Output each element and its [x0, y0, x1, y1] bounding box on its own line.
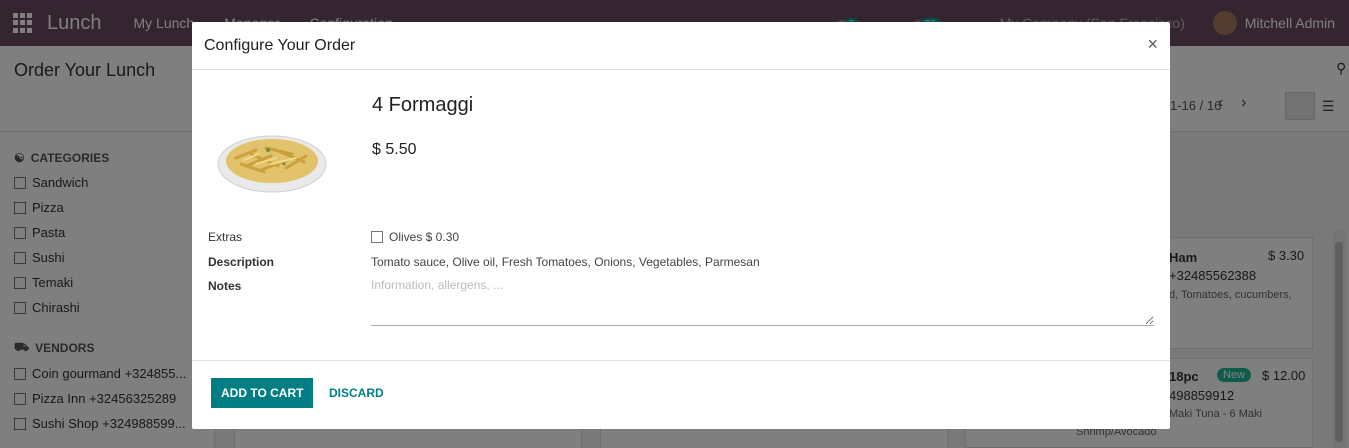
description-value: Tomato sauce, Olive oil, Fresh Tomatoes,…: [371, 255, 760, 269]
product-price: $ 5.50: [372, 141, 417, 158]
description-label: Description: [208, 255, 275, 269]
olives-checkbox[interactable]: [371, 231, 383, 243]
notes-field[interactable]: [371, 278, 1154, 326]
extras-label: Extras: [208, 230, 243, 244]
discard-button[interactable]: DISCARD: [319, 378, 394, 408]
product-image: [217, 135, 327, 193]
product-name: 4 Formaggi: [372, 94, 474, 116]
olives-label: Olives $ 0.30: [389, 230, 460, 244]
configure-order-dialog: Configure Your Order × 4 Formaggi $ 5.50…: [192, 22, 1170, 429]
dialog-footer: ADD TO CART DISCARD: [192, 360, 1170, 429]
notes-label: Notes: [208, 279, 242, 293]
add-to-cart-button[interactable]: ADD TO CART: [211, 378, 314, 408]
close-icon[interactable]: ×: [1147, 34, 1158, 55]
dialog-title: Configure Your Order: [204, 36, 356, 54]
extras-option[interactable]: Olives $ 0.30: [371, 230, 459, 244]
dialog-header: Configure Your Order ×: [192, 22, 1170, 70]
